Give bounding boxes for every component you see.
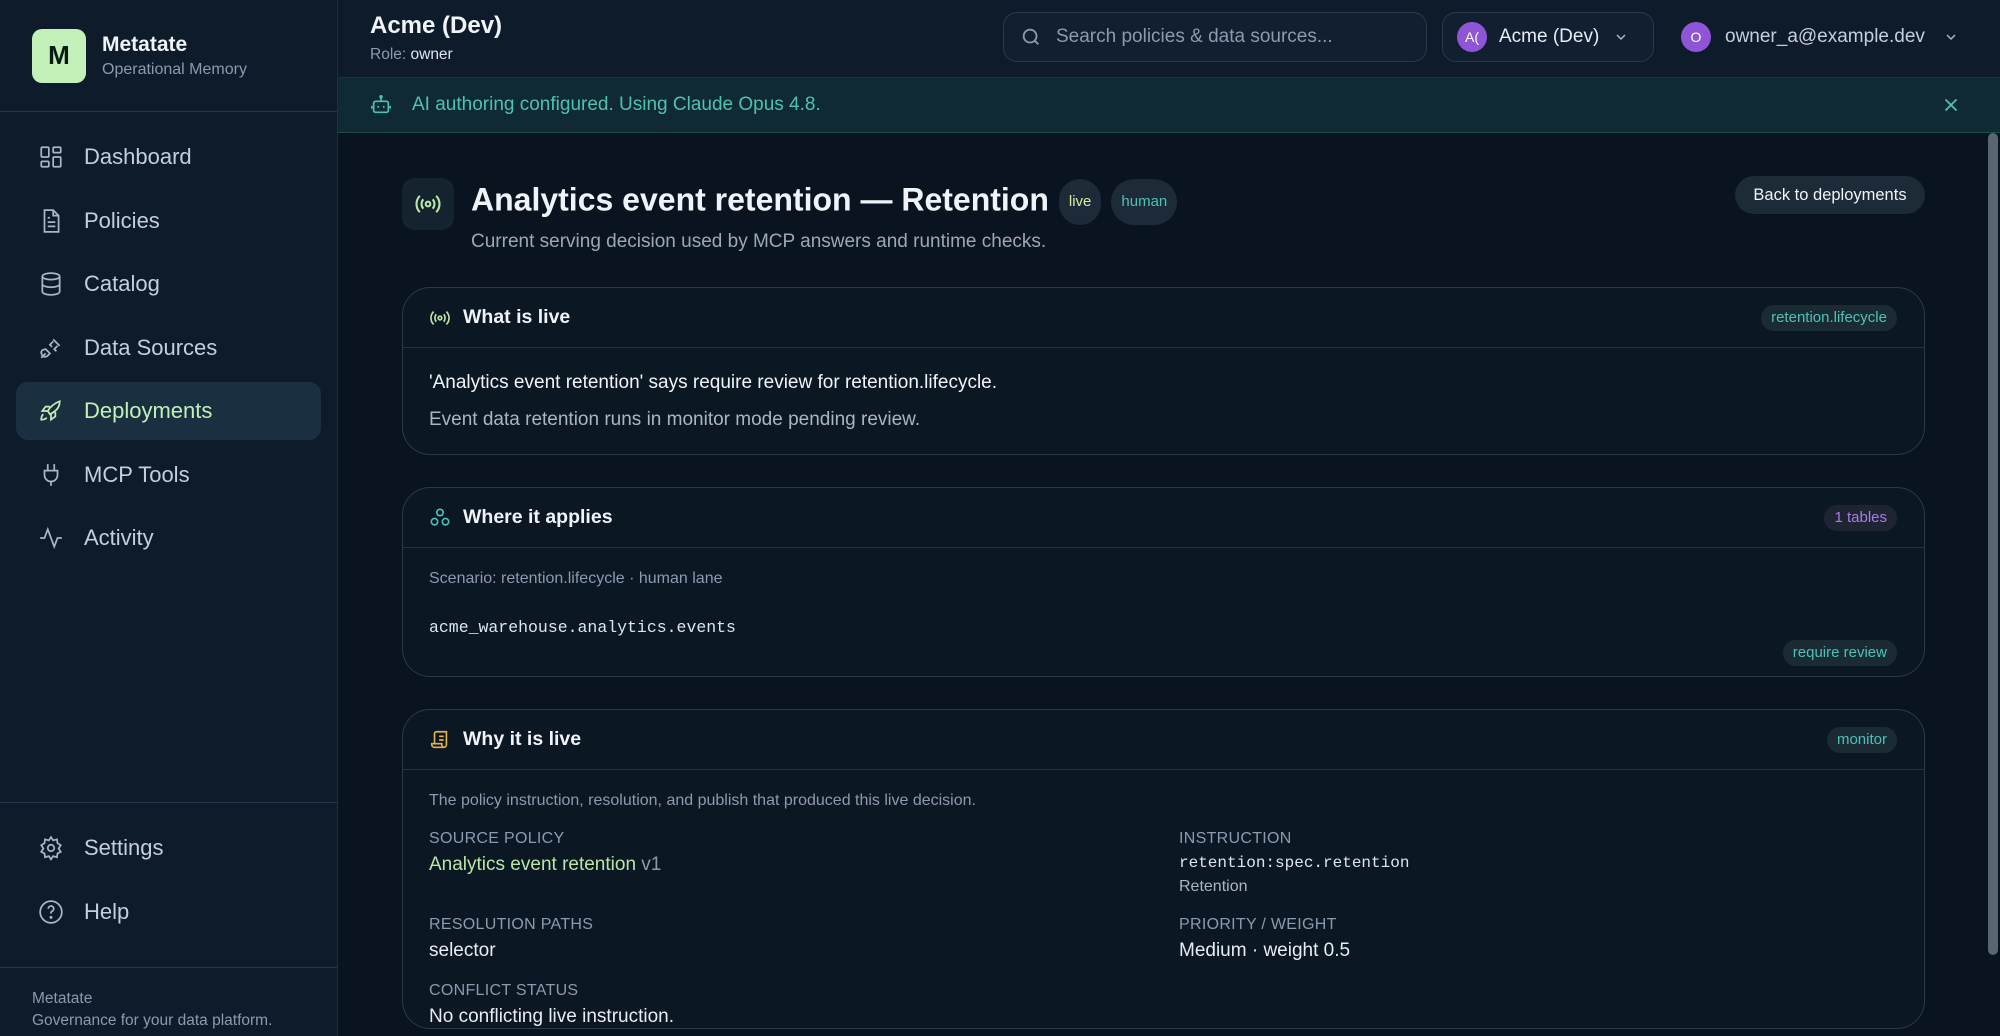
close-icon[interactable] xyxy=(1940,94,1962,116)
brand-logo: M xyxy=(32,28,86,83)
card-header: Why it is live monitor xyxy=(403,710,1924,770)
sidebar-item-label: Policies xyxy=(84,207,160,233)
priority-label: PRIORITY / WEIGHT xyxy=(1179,916,1337,933)
org-switcher[interactable]: A( Acme (Dev) xyxy=(1442,12,1654,62)
footer-tagline: Governance for your data platform. xyxy=(32,1012,273,1029)
org-role: Role: owner xyxy=(370,46,453,64)
why-intro: The policy instruction, resolution, and … xyxy=(429,792,976,809)
card-header: What is live retention.lifecycle xyxy=(403,288,1924,348)
card-title: What is live xyxy=(463,306,571,328)
sidebar-item-deployments[interactable]: Deployments xyxy=(16,382,321,440)
scroll-icon xyxy=(430,730,448,748)
ai-config-banner: AI authoring configured. Using Claude Op… xyxy=(338,78,2000,133)
sidebar-footer: Metatate Governance for your data platfo… xyxy=(0,967,337,1036)
search-input[interactable] xyxy=(1056,26,1416,48)
priority-value: Medium · weight 0.5 xyxy=(1179,940,1351,961)
card-title: Where it applies xyxy=(463,506,613,528)
robot-icon xyxy=(371,95,391,114)
sidebar-item-help[interactable]: Help xyxy=(16,883,321,941)
search-icon xyxy=(1022,28,1039,45)
back-to-deployments-button[interactable]: Back to deployments xyxy=(1735,176,1925,214)
chevron-down-icon xyxy=(1616,34,1626,41)
sidebar-item-label: Activity xyxy=(84,525,154,550)
topbar: Acme (Dev) Role: owner A( Acme (Dev) O o… xyxy=(338,0,2000,78)
sidebar-item-policies[interactable]: Policies xyxy=(16,192,321,250)
main-content: Analytics event retention — Retention liv… xyxy=(338,133,2000,1036)
activity-icon xyxy=(40,526,62,550)
require-review-tag: require review xyxy=(1782,640,1897,666)
main-scrollbar[interactable] xyxy=(1988,133,1998,955)
banner-text: AI authoring configured. Using Claude Op… xyxy=(412,94,821,115)
instruction-name: Retention xyxy=(1179,878,1248,895)
broadcast-icon xyxy=(430,310,450,325)
sidebar-bottom-nav: Settings Help xyxy=(0,802,337,962)
sidebar: M Metatate Operational Memory Dashboard … xyxy=(0,0,338,1036)
footer-app-name: Metatate xyxy=(32,990,93,1007)
sidebar-item-mcp-tools[interactable]: MCP Tools xyxy=(16,446,321,504)
sidebar-item-label: Deployments xyxy=(84,398,213,423)
dashboard-icon xyxy=(40,146,62,168)
brand[interactable]: M Metatate Operational Memory xyxy=(0,0,337,112)
sidebar-item-data-sources[interactable]: Data Sources xyxy=(16,319,321,377)
live-headline: 'Analytics event retention' says require… xyxy=(429,372,998,393)
rocket-icon xyxy=(40,400,61,422)
source-policy-link[interactable]: Analytics event retention xyxy=(429,854,636,875)
what-is-live-card: What is live retention.lifecycle 'Analyt… xyxy=(402,287,1925,455)
instruction-code: retention:spec.retention xyxy=(1179,854,1410,872)
sidebar-nav: Dashboard Policies Catalog Data Sources … xyxy=(0,112,337,589)
sidebar-item-label: Help xyxy=(84,898,130,924)
sidebar-item-label: MCP Tools xyxy=(84,461,190,487)
page-title: Analytics event retention — Retention liv… xyxy=(471,179,1178,225)
source-policy-label: SOURCE POLICY xyxy=(429,830,565,847)
card-title: Why it is live xyxy=(463,728,582,750)
user-avatar: O xyxy=(1681,22,1711,52)
user-menu[interactable]: O owner_a@example.dev xyxy=(1681,12,1959,62)
mode-tag: monitor xyxy=(1826,727,1897,753)
brand-name: Metatate xyxy=(102,32,188,56)
cluster-icon xyxy=(430,507,450,526)
sidebar-item-label: Catalog xyxy=(84,271,160,296)
table-count-tag: 1 tables xyxy=(1824,505,1897,531)
database-icon xyxy=(41,272,61,296)
sidebar-item-label: Settings xyxy=(84,835,164,860)
resolution-value: selector xyxy=(429,940,496,961)
why-it-is-live-card: Why it is live monitor The policy instru… xyxy=(402,709,1925,1029)
sidebar-item-label: Dashboard xyxy=(84,144,192,169)
sidebar-item-dashboard[interactable]: Dashboard xyxy=(16,128,321,186)
conflict-value: No conflicting live instruction. xyxy=(429,1006,674,1027)
table-name[interactable]: acme_warehouse.analytics.events xyxy=(429,618,1898,637)
brand-subtitle: Operational Memory xyxy=(102,60,247,78)
search-box[interactable] xyxy=(1003,12,1427,62)
org-switch-label: Acme (Dev) xyxy=(1499,26,1600,47)
user-email: owner_a@example.dev xyxy=(1725,26,1925,47)
conflict-label: CONFLICT STATUS xyxy=(429,982,579,999)
resolution-label: RESOLUTION PATHS xyxy=(429,916,594,933)
role-value: owner xyxy=(410,46,453,63)
gear-icon xyxy=(39,835,63,861)
human-badge: human xyxy=(1111,179,1178,225)
instruction-label: INSTRUCTION xyxy=(1179,830,1292,847)
where-it-applies-card: Where it applies 1 tables Scenario: rete… xyxy=(402,487,1925,677)
sidebar-item-settings[interactable]: Settings xyxy=(16,819,321,877)
org-title: Acme (Dev) xyxy=(370,12,503,39)
scenario-text: Scenario: retention.lifecycle · human la… xyxy=(429,570,723,587)
source-policy-version: v1 xyxy=(641,854,662,875)
sidebar-item-activity[interactable]: Activity xyxy=(16,509,321,567)
document-icon xyxy=(43,208,60,233)
role-label: Role: xyxy=(370,46,407,63)
live-badge: live xyxy=(1058,179,1102,225)
plug-icon xyxy=(40,338,61,358)
broadcast-icon xyxy=(402,178,454,230)
page-title-text: Analytics event retention — Retention xyxy=(471,181,1049,218)
scenario-tag: retention.lifecycle xyxy=(1761,305,1897,331)
plug-alt-icon xyxy=(43,463,59,486)
sidebar-item-label: Data Sources xyxy=(84,334,218,360)
card-header: Where it applies 1 tables xyxy=(403,488,1924,548)
help-icon xyxy=(39,899,63,924)
chevron-down-icon xyxy=(1946,34,1956,41)
live-detail: Event data retention runs in monitor mod… xyxy=(429,409,921,430)
sidebar-item-catalog[interactable]: Catalog xyxy=(16,255,321,313)
org-avatar: A( xyxy=(1457,22,1487,52)
page-subtitle: Current serving decision used by MCP ans… xyxy=(471,231,1047,252)
